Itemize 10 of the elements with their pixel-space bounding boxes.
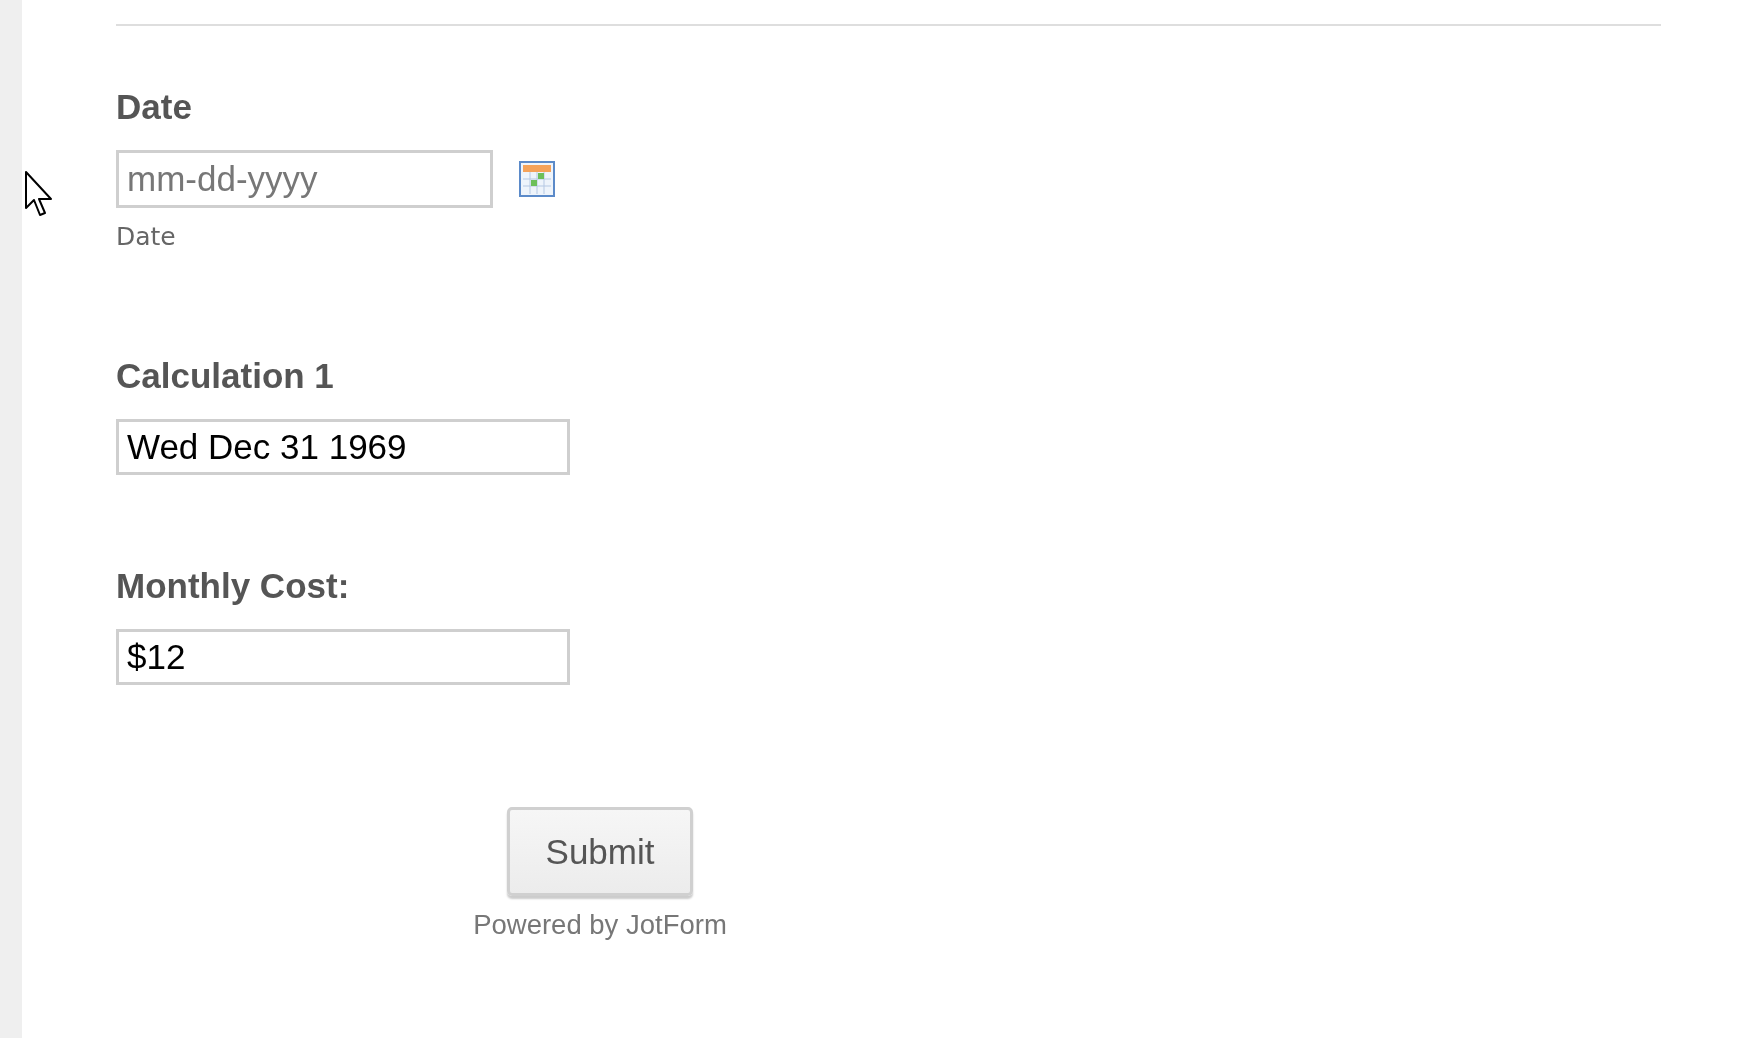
- field-label: Monthly Cost:: [116, 565, 350, 607]
- field-label: Date: [116, 86, 192, 128]
- field-sublabel: Date: [116, 222, 176, 252]
- powered-by-text: Powered by JotForm: [473, 909, 727, 941]
- date-field[interactable]: mm-dd-yyyy: [116, 150, 493, 208]
- calendar-icon[interactable]: [519, 161, 555, 197]
- text-field[interactable]: $12: [116, 629, 570, 685]
- text-field[interactable]: Wed Dec 31 1969: [116, 419, 570, 475]
- field-label: Calculation 1: [116, 355, 334, 397]
- submit-button[interactable]: Submit: [507, 807, 693, 896]
